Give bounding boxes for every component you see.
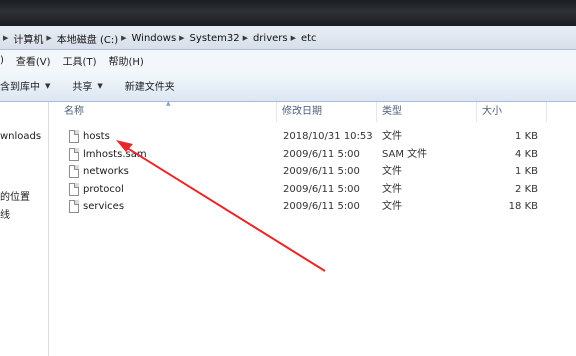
breadcrumb-separator-icon[interactable]: ▶ (291, 34, 296, 42)
chevron-down-icon: ▼ (97, 81, 103, 90)
navigation-pane: wnloads 的位置 线 (0, 102, 49, 356)
breadcrumb-separator-icon[interactable]: ▶ (243, 34, 248, 42)
file-type: SAM 文件 (382, 148, 428, 160)
table-row[interactable]: networks 2009/6/11 5:00 文件 1 KB (50, 163, 576, 180)
column-header-type[interactable]: 类型 (377, 102, 477, 122)
breadcrumb-drivers[interactable]: drivers (253, 33, 288, 44)
breadcrumb-separator-icon[interactable]: ▶ (179, 34, 184, 42)
column-header-name[interactable]: 名称 (59, 102, 277, 122)
file-name: protocol (83, 183, 124, 195)
file-modified: 2009/6/11 5:00 (283, 166, 360, 177)
file-icon (69, 165, 79, 178)
file-size: 4 KB (515, 148, 538, 160)
menu-help[interactable]: 帮助(H) (104, 53, 147, 68)
file-type: 文件 (382, 201, 402, 212)
include-in-library-button[interactable]: 含到库中 ▼ (0, 78, 51, 94)
file-name: lmhosts.sam (83, 148, 147, 160)
command-toolbar: 含到库中 ▼ 共享 ▼ 新建文件夹 (0, 70, 576, 102)
file-name: networks (83, 166, 129, 177)
table-row[interactable]: lmhosts.sam 2009/6/11 5:00 SAM 文件 4 KB (50, 146, 576, 163)
breadcrumb: ▶ 计算机 ▶ 本地磁盘 (C:) ▶ Windows ▶ System32 ▶… (0, 26, 317, 50)
window-titlebar (0, 0, 576, 26)
file-modified: 2009/6/11 5:00 (283, 201, 360, 212)
menu-view[interactable]: 查看(V) (12, 53, 55, 68)
menu-edit-fragment[interactable]: ) (0, 55, 8, 66)
table-row[interactable]: hosts 2018/10/31 10:53 文件 1 KB (50, 128, 576, 145)
breadcrumb-local-disk[interactable]: 本地磁盘 (C:) (57, 31, 118, 46)
file-icon (69, 182, 79, 196)
column-header-row: ▲ 名称 修改日期 类型 大小 (50, 100, 576, 122)
file-icon (69, 200, 79, 213)
breadcrumb-separator-icon[interactable]: ▶ (3, 34, 8, 42)
breadcrumb-separator-icon[interactable]: ▶ (46, 34, 51, 42)
file-modified: 2009/6/11 5:00 (283, 148, 360, 160)
menu-bar: ) 查看(V) 工具(T) 帮助(H) (0, 50, 576, 70)
file-name: services (83, 201, 125, 212)
share-label: 共享 (72, 82, 93, 93)
nav-item-downloads[interactable]: wnloads (0, 131, 41, 142)
breadcrumb-windows[interactable]: Windows (132, 33, 177, 44)
column-header-modified[interactable]: 修改日期 (277, 102, 377, 122)
file-icon (69, 147, 79, 161)
file-size: 18 KB (508, 201, 538, 212)
nav-item-partial[interactable]: 线 (0, 206, 10, 221)
file-size: 1 KB (515, 131, 538, 142)
breadcrumb-system32[interactable]: System32 (190, 33, 240, 44)
table-row[interactable]: protocol 2009/6/11 5:00 文件 2 KB (50, 181, 576, 198)
breadcrumb-separator-icon[interactable]: ▶ (121, 34, 126, 42)
chevron-down-icon: ▼ (45, 81, 51, 90)
file-size: 2 KB (515, 183, 538, 195)
share-button[interactable]: 共享 ▼ (72, 78, 103, 94)
breadcrumb-etc[interactable]: etc (301, 33, 317, 44)
new-folder-button[interactable]: 新建文件夹 (125, 78, 175, 93)
file-type: 文件 (382, 131, 402, 142)
column-header-size[interactable]: 大小 (477, 102, 547, 122)
table-row[interactable]: services 2009/6/11 5:00 文件 18 KB (50, 198, 576, 215)
menu-tools[interactable]: 工具(T) (59, 53, 101, 68)
address-bar[interactable]: ▶ 计算机 ▶ 本地磁盘 (C:) ▶ Windows ▶ System32 ▶… (0, 26, 576, 50)
file-list: ▲ 名称 修改日期 类型 大小 hosts 2018/10/31 10:53 文件 1… (50, 100, 576, 356)
file-name: hosts (83, 131, 110, 142)
file-type: 文件 (382, 166, 402, 177)
include-in-library-label: 含到库中 (0, 82, 40, 93)
file-type: 文件 (382, 183, 402, 195)
nav-item-recent-places[interactable]: 的位置 (0, 188, 30, 203)
file-size: 1 KB (515, 166, 538, 177)
new-folder-label: 新建文件夹 (124, 82, 175, 93)
file-modified: 2018/10/31 10:53 (283, 131, 373, 142)
file-icon (69, 130, 79, 143)
breadcrumb-computer[interactable]: 计算机 (13, 31, 43, 46)
file-modified: 2009/6/11 5:00 (283, 183, 360, 195)
